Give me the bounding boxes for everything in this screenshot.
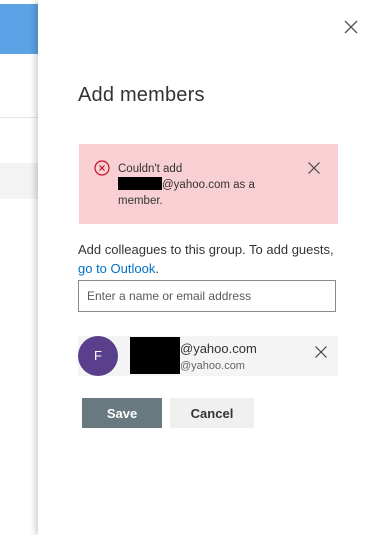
- description-text: Add colleagues to this group. To add gue…: [78, 242, 334, 257]
- add-members-description: Add colleagues to this group. To add gue…: [78, 240, 348, 278]
- member-display-name: @yahoo.com: [180, 341, 257, 356]
- error-line-2: @yahoo.com as a: [162, 179, 255, 191]
- error-circle-icon: [94, 160, 110, 176]
- error-line-1: Couldn't add: [118, 163, 183, 175]
- redacted-member-name: [130, 337, 180, 374]
- background-header-accent: [0, 4, 38, 54]
- background-page: [0, 0, 40, 535]
- remove-member-button[interactable]: [314, 345, 328, 359]
- error-line-3: member.: [118, 195, 163, 207]
- background-list-row: [0, 163, 38, 199]
- go-to-outlook-link[interactable]: go to Outlook: [78, 261, 155, 276]
- member-chip: F @yahoo.com @yahoo.com: [78, 336, 338, 376]
- cancel-button[interactable]: Cancel: [170, 398, 254, 428]
- close-icon: [315, 346, 327, 358]
- close-icon: [308, 162, 320, 174]
- close-icon: [344, 20, 358, 34]
- member-email: @yahoo.com: [180, 360, 245, 372]
- error-message-bar: Couldn't add @yahoo.com as a member.: [79, 144, 338, 224]
- description-trailing: .: [155, 261, 159, 276]
- error-text: Couldn't add @yahoo.com as a member.: [118, 161, 293, 209]
- dialog-title: Add members: [78, 84, 205, 106]
- avatar: F: [78, 336, 118, 376]
- add-members-panel: Add members Couldn't add @yahoo.com as a…: [38, 0, 378, 535]
- save-button[interactable]: Save: [82, 398, 162, 428]
- dismiss-error-button[interactable]: [306, 160, 322, 176]
- redacted-email: [118, 177, 162, 190]
- close-panel-button[interactable]: [340, 16, 362, 38]
- member-search-input[interactable]: [78, 280, 336, 312]
- background-divider: [0, 117, 38, 118]
